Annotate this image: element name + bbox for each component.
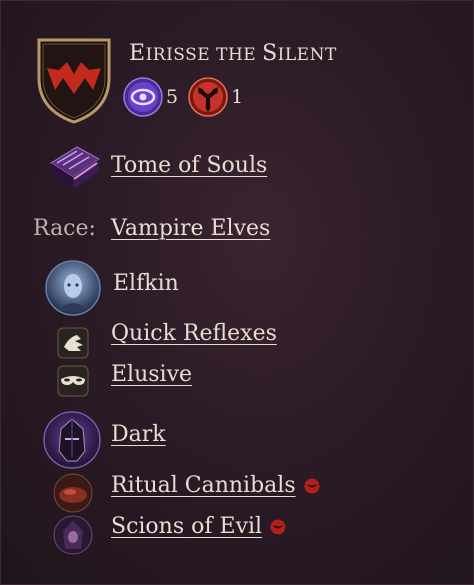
trait-row-elusive: Elusive [111, 362, 192, 387]
reflex-icon [57, 327, 89, 359]
elfkin-label: Elfkin [113, 271, 179, 296]
hero-info-panel: Eirisse the Silent 5 1 Tome of Souls Rac… [0, 0, 474, 585]
elusive-link[interactable]: Elusive [111, 362, 192, 387]
quick-reflexes-link[interactable]: Quick Reflexes [111, 321, 277, 346]
evil-badge-icon [304, 478, 320, 494]
elf-portrait-icon [45, 260, 101, 316]
scions-of-evil-link[interactable]: Scions of Evil [111, 514, 286, 539]
dark-link[interactable]: Dark [111, 422, 166, 447]
trait-row-elfkin: Elfkin [113, 271, 179, 296]
hero-name: Eirisse the Silent [129, 41, 337, 66]
hero-stats: 5 1 [123, 77, 253, 117]
race-value-row: Vampire Elves [111, 216, 270, 241]
trait-row-cannibals: Ritual Cannibals [111, 473, 320, 498]
mask-icon [57, 365, 89, 397]
trait-row-scions: Scions of Evil [111, 514, 286, 539]
dark-helm-icon [43, 411, 101, 469]
stat-value-red: 1 [231, 86, 244, 108]
trait-row-dark: Dark [111, 422, 166, 447]
evil-badge-icon [270, 519, 286, 535]
red-triangle-icon[interactable] [188, 77, 228, 117]
ritual-cannibals-link[interactable]: Ritual Cannibals [111, 473, 320, 498]
cannibal-icon [53, 473, 93, 513]
race-label: Race: [33, 216, 96, 241]
tome-row: Tome of Souls [111, 153, 267, 178]
scion-icon [53, 515, 93, 555]
stat-value-purple: 5 [166, 86, 179, 108]
purple-eye-icon[interactable] [123, 77, 163, 117]
tome-of-souls-link[interactable]: Tome of Souls [111, 153, 267, 178]
tome-icon [50, 146, 100, 189]
bat-crest-icon [37, 38, 111, 124]
trait-row-reflexes: Quick Reflexes [111, 321, 277, 346]
race-link[interactable]: Vampire Elves [111, 216, 270, 241]
race-row: Race: [33, 216, 96, 241]
